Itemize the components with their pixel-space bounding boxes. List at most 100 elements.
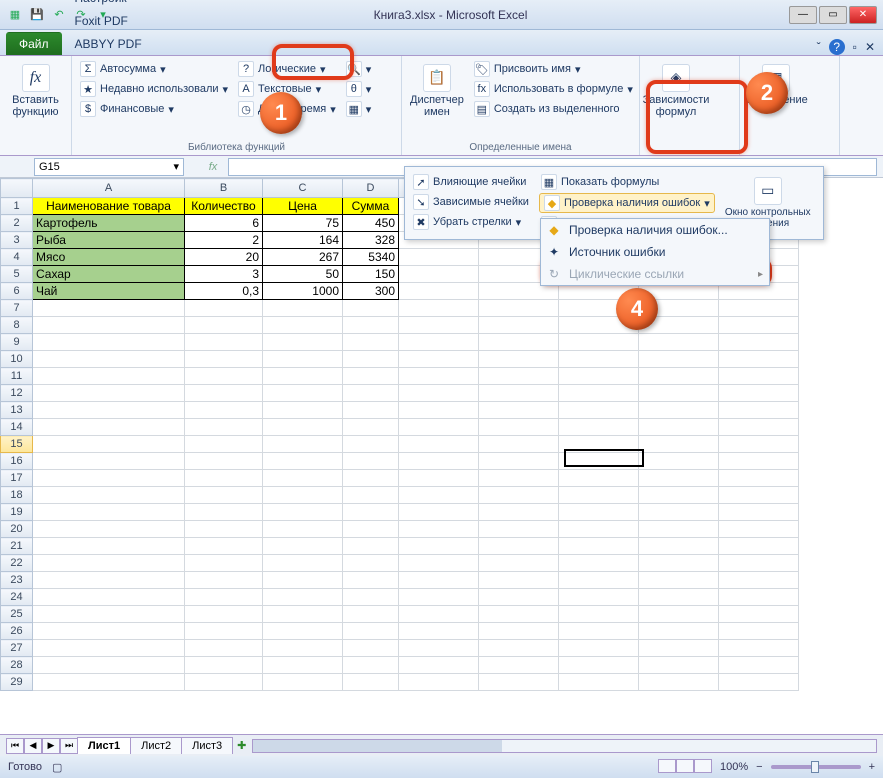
row-header-13[interactable]: 13: [1, 402, 33, 419]
cell-G15[interactable]: [559, 436, 639, 453]
cell-D4[interactable]: 5340: [343, 249, 399, 266]
zoom-in-icon[interactable]: +: [869, 761, 875, 773]
cell-A17[interactable]: [33, 470, 185, 487]
cell-D2[interactable]: 450: [343, 215, 399, 232]
cell-H7[interactable]: [639, 300, 719, 317]
column-header-D[interactable]: D: [343, 179, 399, 198]
cell-H9[interactable]: [639, 334, 719, 351]
cell-C19[interactable]: [263, 504, 343, 521]
cell-C2[interactable]: 75: [263, 215, 343, 232]
cell-H28[interactable]: [639, 657, 719, 674]
cell-H26[interactable]: [639, 623, 719, 640]
cell-C6[interactable]: 1000: [263, 283, 343, 300]
sheet-nav-last[interactable]: ⏭: [60, 738, 78, 754]
cell-B6[interactable]: 0,3: [185, 283, 263, 300]
cell-D15[interactable]: [343, 436, 399, 453]
cell-E10[interactable]: [399, 351, 479, 368]
cell-I21[interactable]: [719, 538, 799, 555]
cell-B29[interactable]: [185, 674, 263, 691]
cell-D26[interactable]: [343, 623, 399, 640]
cell-A13[interactable]: [33, 402, 185, 419]
zoom-level[interactable]: 100%: [720, 761, 748, 773]
cell-I10[interactable]: [719, 351, 799, 368]
horizontal-scrollbar[interactable]: [252, 739, 877, 753]
cell-H12[interactable]: [639, 385, 719, 402]
cell-E28[interactable]: [399, 657, 479, 674]
cell-F7[interactable]: [479, 300, 559, 317]
cell-B19[interactable]: [185, 504, 263, 521]
cell-H17[interactable]: [639, 470, 719, 487]
define-name-button[interactable]: 🏷Присвоить имя ▾: [472, 60, 635, 78]
more-functions-1[interactable]: 🔍▾: [344, 60, 374, 78]
minimize-button[interactable]: —: [789, 6, 817, 24]
cell-E25[interactable]: [399, 606, 479, 623]
cell-G29[interactable]: [559, 674, 639, 691]
cell-A4[interactable]: Мясо: [33, 249, 185, 266]
calculation-button[interactable]: ▦ Вычисление: [746, 60, 806, 153]
cell-E27[interactable]: [399, 640, 479, 657]
cell-I11[interactable]: [719, 368, 799, 385]
cell-A6[interactable]: Чай: [33, 283, 185, 300]
cell-B7[interactable]: [185, 300, 263, 317]
cell-C21[interactable]: [263, 538, 343, 555]
cell-G22[interactable]: [559, 555, 639, 572]
cell-D7[interactable]: [343, 300, 399, 317]
cell-G12[interactable]: [559, 385, 639, 402]
row-header-20[interactable]: 20: [1, 521, 33, 538]
row-header-15[interactable]: 15: [1, 436, 33, 453]
cell-B15[interactable]: [185, 436, 263, 453]
cell-I7[interactable]: [719, 300, 799, 317]
text-button[interactable]: AТекстовые ▾: [236, 80, 338, 98]
row-header-3[interactable]: 3: [1, 232, 33, 249]
maximize-button[interactable]: ▭: [819, 6, 847, 24]
cell-F29[interactable]: [479, 674, 559, 691]
row-header-12[interactable]: 12: [1, 385, 33, 402]
more-functions-2[interactable]: θ▾: [344, 80, 374, 98]
cell-G8[interactable]: [559, 317, 639, 334]
cell-B26[interactable]: [185, 623, 263, 640]
column-header-A[interactable]: A: [33, 179, 185, 198]
create-from-selection-button[interactable]: ▤Создать из выделенного: [472, 100, 635, 118]
cell-E5[interactable]: [399, 266, 479, 283]
sheet-tab-Лист2[interactable]: Лист2: [130, 737, 182, 754]
cell-I14[interactable]: [719, 419, 799, 436]
insert-function-button[interactable]: fx Вставить функцию: [6, 60, 65, 153]
macro-record-icon[interactable]: ▢: [52, 761, 62, 774]
sheet-tab-Лист3[interactable]: Лист3: [181, 737, 233, 754]
cell-B22[interactable]: [185, 555, 263, 572]
cell-C11[interactable]: [263, 368, 343, 385]
cell-D10[interactable]: [343, 351, 399, 368]
datetime-button[interactable]: ◷Дата и время ▾: [236, 100, 338, 118]
cell-C16[interactable]: [263, 453, 343, 470]
cell-E9[interactable]: [399, 334, 479, 351]
cell-C18[interactable]: [263, 487, 343, 504]
row-header-18[interactable]: 18: [1, 487, 33, 504]
cell-D1[interactable]: Сумма: [343, 198, 399, 215]
cell-H24[interactable]: [639, 589, 719, 606]
cell-F14[interactable]: [479, 419, 559, 436]
cell-E12[interactable]: [399, 385, 479, 402]
cell-F26[interactable]: [479, 623, 559, 640]
cell-D6[interactable]: 300: [343, 283, 399, 300]
cell-D9[interactable]: [343, 334, 399, 351]
cell-A25[interactable]: [33, 606, 185, 623]
new-sheet-icon[interactable]: ✚: [237, 739, 246, 752]
row-header-21[interactable]: 21: [1, 538, 33, 555]
sheet-tab-Лист1[interactable]: Лист1: [77, 737, 131, 754]
cell-F12[interactable]: [479, 385, 559, 402]
formula-auditing-button[interactable]: ◈ Зависимости формул: [646, 60, 706, 153]
cell-D20[interactable]: [343, 521, 399, 538]
menu-trace-error[interactable]: ✦Источник ошибки: [541, 241, 769, 263]
cell-B12[interactable]: [185, 385, 263, 402]
cell-C7[interactable]: [263, 300, 343, 317]
cell-D23[interactable]: [343, 572, 399, 589]
cell-I19[interactable]: [719, 504, 799, 521]
cell-B18[interactable]: [185, 487, 263, 504]
cell-C14[interactable]: [263, 419, 343, 436]
cell-E19[interactable]: [399, 504, 479, 521]
row-header-27[interactable]: 27: [1, 640, 33, 657]
cell-F28[interactable]: [479, 657, 559, 674]
cell-E11[interactable]: [399, 368, 479, 385]
cell-F25[interactable]: [479, 606, 559, 623]
cell-A27[interactable]: [33, 640, 185, 657]
